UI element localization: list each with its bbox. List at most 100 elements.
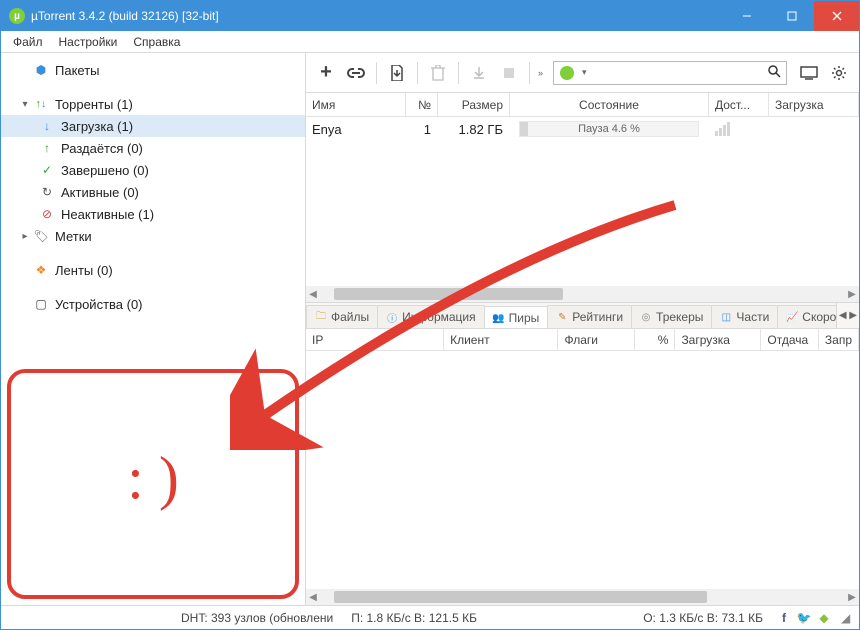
scroll-left-icon[interactable]: ◀ bbox=[306, 289, 320, 300]
files-icon: 🗀 bbox=[315, 311, 327, 323]
progress-label: Пауза 4.6 % bbox=[578, 123, 640, 135]
column-state[interactable]: Состояние bbox=[510, 93, 709, 116]
app-logo-icon: µ bbox=[9, 8, 25, 24]
sidebar-item-labels[interactable]: ▸ 🏷 Метки bbox=[1, 225, 305, 247]
ratings-icon: ✎ bbox=[556, 311, 568, 323]
peers-hscrollbar[interactable]: ◀ ▶ bbox=[306, 589, 859, 605]
sidebar-item-seeding[interactable]: ↑ Раздаётся (0) bbox=[1, 137, 305, 159]
stop-button[interactable] bbox=[495, 59, 523, 87]
settings-button[interactable] bbox=[825, 59, 853, 87]
sidebar-item-inactive[interactable]: ⊘ Неактивные (1) bbox=[1, 203, 305, 225]
search-button[interactable] bbox=[762, 64, 786, 81]
sidebar: ⬢ Пакеты ▾ ↑↓ Торренты (1) ↓ Загрузка (1… bbox=[1, 53, 306, 605]
check-icon: ✓ bbox=[39, 162, 55, 178]
peers-icon: 👥 bbox=[493, 312, 505, 324]
cell-state: Пауза 4.6 % bbox=[510, 121, 709, 137]
add-url-button[interactable] bbox=[342, 59, 370, 87]
peers-col-req[interactable]: Запр bbox=[819, 329, 859, 350]
upload-arrow-icon: ↑ bbox=[39, 140, 55, 156]
cell-num: 1 bbox=[406, 122, 438, 137]
cell-size: 1.82 ГБ bbox=[438, 122, 510, 137]
column-avail[interactable]: Дост... bbox=[709, 93, 769, 116]
toolbar: + » bbox=[306, 53, 859, 93]
new-torrent-button[interactable] bbox=[383, 59, 411, 87]
annotation-smiley: : ) bbox=[127, 444, 179, 513]
sidebar-item-torrents[interactable]: ▾ ↑↓ Торренты (1) bbox=[1, 93, 305, 115]
sidebar-item-active[interactable]: ↻ Активные (0) bbox=[1, 181, 305, 203]
sidebar-label: Ленты (0) bbox=[55, 263, 113, 278]
sidebar-label: Пакеты bbox=[55, 63, 100, 78]
stop-icon: ⊘ bbox=[39, 206, 55, 222]
search-bar: ▾ bbox=[553, 61, 787, 85]
maximize-button[interactable] bbox=[769, 1, 814, 31]
peers-col-ip[interactable]: IP bbox=[306, 329, 444, 350]
column-size[interactable]: Размер bbox=[438, 93, 510, 116]
peers-col-up[interactable]: Отдача bbox=[761, 329, 819, 350]
torrent-list-header: Имя № Размер Состояние Дост... Загрузка bbox=[306, 93, 859, 117]
remove-button[interactable] bbox=[424, 59, 452, 87]
tab-nav-arrows[interactable]: ◀ ▶ bbox=[836, 303, 859, 328]
menu-settings[interactable]: Настройки bbox=[51, 35, 126, 49]
scroll-thumb[interactable] bbox=[334, 288, 563, 300]
scroll-left-icon[interactable]: ◀ bbox=[306, 592, 320, 603]
android-icon[interactable]: ◆ bbox=[817, 611, 831, 625]
package-icon: ⬢ bbox=[33, 62, 49, 78]
peers-col-flags[interactable]: Флаги bbox=[558, 329, 634, 350]
tab-trackers[interactable]: ◎Трекеры bbox=[631, 305, 712, 328]
menubar: Файл Настройки Справка bbox=[1, 31, 859, 53]
minimize-button[interactable] bbox=[724, 1, 769, 31]
sidebar-item-devices[interactable]: ▢ Устройства (0) bbox=[1, 293, 305, 315]
scroll-right-icon[interactable]: ▶ bbox=[845, 289, 859, 300]
resize-grip-icon[interactable]: ◢ bbox=[841, 611, 853, 625]
sidebar-item-feeds[interactable]: ❖ Ленты (0) bbox=[1, 259, 305, 281]
add-torrent-button[interactable]: + bbox=[312, 59, 340, 87]
tab-info[interactable]: ⓘИнформация bbox=[377, 305, 484, 328]
chevron-right-icon: ▸ bbox=[19, 231, 31, 242]
start-button[interactable] bbox=[465, 59, 493, 87]
availability-bars-icon bbox=[715, 122, 762, 136]
remote-button[interactable] bbox=[795, 59, 823, 87]
sidebar-item-packets[interactable]: ⬢ Пакеты bbox=[1, 59, 305, 81]
twitter-icon[interactable]: 🐦 bbox=[797, 611, 811, 625]
app-window: µ µTorrent 3.4.2 (build 32126) [32-bit] … bbox=[0, 0, 860, 630]
sidebar-item-completed[interactable]: ✓ Завершено (0) bbox=[1, 159, 305, 181]
trackers-icon: ◎ bbox=[640, 311, 652, 323]
scroll-thumb[interactable] bbox=[334, 591, 707, 603]
pieces-icon: ◫ bbox=[720, 311, 732, 323]
search-provider-chevron-icon[interactable]: ▾ bbox=[580, 67, 589, 78]
menu-help[interactable]: Справка bbox=[125, 35, 188, 49]
column-name[interactable]: Имя bbox=[306, 93, 406, 116]
column-download[interactable]: Загрузка bbox=[769, 93, 859, 116]
tab-ratings[interactable]: ✎Рейтинги bbox=[547, 305, 632, 328]
torrent-row[interactable]: Enya 1 1.82 ГБ Пауза 4.6 % bbox=[306, 117, 859, 141]
window-title: µTorrent 3.4.2 (build 32126) [32-bit] bbox=[31, 9, 724, 23]
tab-files[interactable]: 🗀Файлы bbox=[306, 305, 378, 328]
sidebar-label: Завершено (0) bbox=[61, 163, 149, 178]
chevron-down-icon: ▾ bbox=[19, 99, 31, 110]
rss-icon: ❖ bbox=[33, 262, 49, 278]
tab-peers[interactable]: 👥Пиры bbox=[484, 306, 549, 329]
progress-bar: Пауза 4.6 % bbox=[519, 121, 699, 137]
torrent-hscrollbar[interactable]: ◀ ▶ bbox=[306, 286, 859, 302]
scroll-right-icon[interactable]: ▶ bbox=[845, 592, 859, 603]
peers-col-pct[interactable]: % bbox=[635, 329, 675, 350]
device-icon: ▢ bbox=[33, 296, 49, 312]
search-provider-icon[interactable] bbox=[560, 66, 574, 80]
facebook-icon[interactable]: f bbox=[777, 611, 791, 625]
column-num[interactable]: № bbox=[406, 93, 438, 116]
cell-avail bbox=[709, 122, 769, 136]
close-button[interactable] bbox=[814, 1, 859, 31]
tab-pieces[interactable]: ◫Части bbox=[711, 305, 778, 328]
search-input[interactable] bbox=[589, 62, 762, 84]
menu-file[interactable]: Файл bbox=[5, 35, 51, 49]
refresh-icon: ↻ bbox=[39, 184, 55, 200]
content-panel: + » bbox=[306, 53, 859, 605]
peers-col-down[interactable]: Загрузка bbox=[675, 329, 761, 350]
toolbar-overflow-icon[interactable]: » bbox=[536, 68, 545, 78]
tag-icon: 🏷 bbox=[33, 228, 49, 244]
status-incoming: П: 1.8 КБ/с В: 121.5 КБ bbox=[347, 611, 481, 625]
peers-col-client[interactable]: Клиент bbox=[444, 329, 558, 350]
sidebar-label: Активные (0) bbox=[61, 185, 139, 200]
sidebar-item-downloading[interactable]: ↓ Загрузка (1) bbox=[1, 115, 305, 137]
status-outgoing: О: 1.3 КБ/с В: 73.1 КБ bbox=[639, 611, 767, 625]
